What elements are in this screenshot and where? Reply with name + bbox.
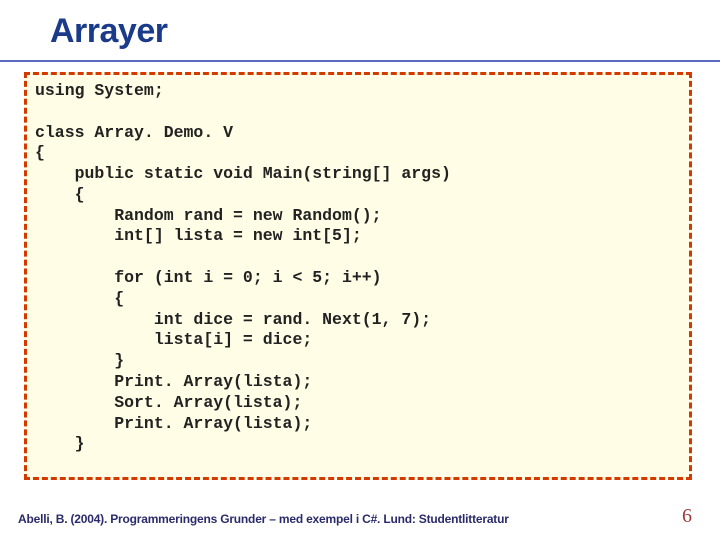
code-block: using System; class Array. Demo. V { pub… xyxy=(24,72,692,480)
slide: Arrayer using System; class Array. Demo.… xyxy=(0,0,720,540)
title-underline xyxy=(0,60,720,62)
slide-title: Arrayer xyxy=(50,12,167,51)
footer-citation: Abelli, B. (2004). Programmeringens Grun… xyxy=(18,512,509,526)
page-number: 6 xyxy=(682,505,692,528)
